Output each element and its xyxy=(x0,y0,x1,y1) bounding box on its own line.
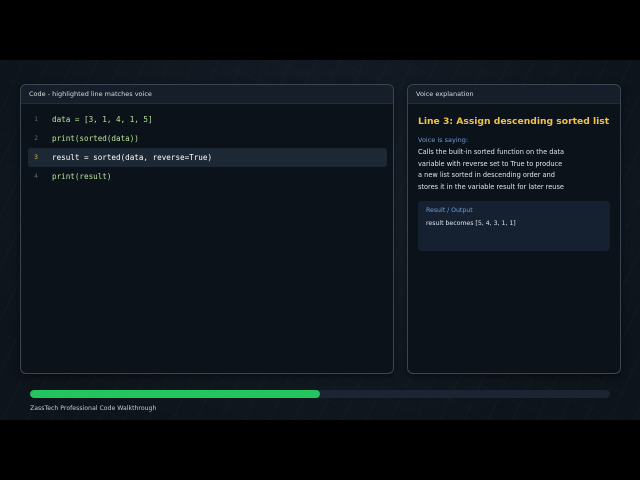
line-number: 2 xyxy=(34,135,38,142)
code-line[interactable]: 2 print(sorted(data)) xyxy=(28,129,387,148)
code-text: result = sorted(data, reverse=True) xyxy=(52,153,213,162)
code-line[interactable]: 3 result = sorted(data, reverse=True) xyxy=(28,148,387,167)
code-line[interactable]: 1 data = [3, 1, 4, 1, 5] xyxy=(28,110,387,129)
code-lines: 1 data = [3, 1, 4, 1, 5] 2 print(sorted(… xyxy=(21,104,393,186)
code-text: data = [3, 1, 4, 1, 5] xyxy=(52,115,153,124)
code-panel-header: Code - highlighted line matches voice xyxy=(21,85,393,104)
code-line[interactable]: 4 print(result) xyxy=(28,167,387,186)
voice-body: Line 3: Assign descending sorted list Vo… xyxy=(408,104,620,252)
voice-title: Line 3: Assign descending sorted list xyxy=(418,116,610,127)
line-number: 1 xyxy=(34,116,38,123)
voice-panel-header: Voice explanation xyxy=(408,85,620,104)
voice-panel: Voice explanation Line 3: Assign descend… xyxy=(407,84,621,374)
code-text: print(sorted(data)) xyxy=(52,134,139,143)
code-panel: Code - highlighted line matches voice 1 … xyxy=(20,84,394,374)
progress-bar[interactable] xyxy=(30,390,610,398)
result-value: result becomes [5, 4, 3, 1, 1] xyxy=(426,220,516,228)
progress-fill xyxy=(30,390,320,398)
line-number: 3 xyxy=(34,154,38,161)
result-label: Result / Output xyxy=(426,207,473,215)
code-text: print(result) xyxy=(52,172,112,181)
result-box: Result / Output result becomes [5, 4, 3,… xyxy=(418,201,610,252)
walkthrough-stage: Code - highlighted line matches voice 1 … xyxy=(0,60,640,420)
line-number: 4 xyxy=(34,173,38,180)
footer-caption: ZassTech Professional Code Walkthrough xyxy=(30,405,157,412)
voice-explanation-text: Calls the built-in sorted function on th… xyxy=(418,148,565,191)
voice-saying-label: Voice is saying: xyxy=(418,136,469,144)
